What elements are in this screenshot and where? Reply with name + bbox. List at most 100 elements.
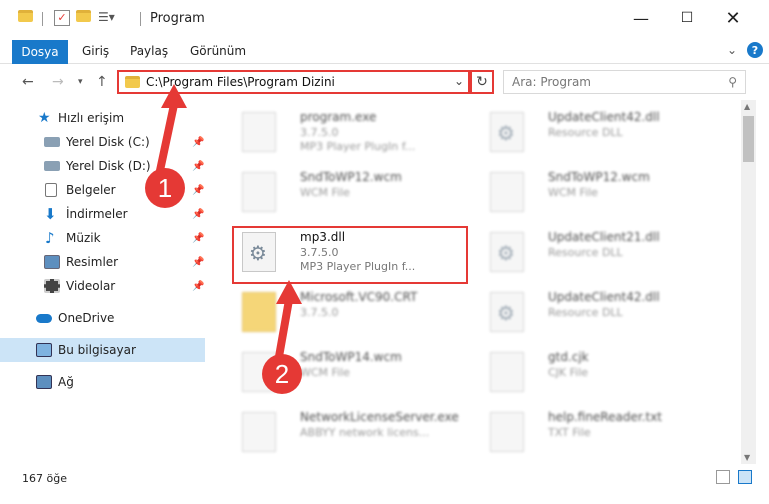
back-icon[interactable]: ←	[22, 74, 34, 90]
pin-icon[interactable]: 📌	[192, 137, 204, 148]
quick-access-customize-icon[interactable]: ☰▾	[98, 10, 115, 26]
file-type: WCM File	[300, 186, 350, 199]
sidebar-item-network[interactable]: Ağ	[0, 370, 205, 394]
sidebar-item-label: Yerel Disk (D:)	[66, 159, 151, 173]
refresh-icon[interactable]: ↻	[470, 70, 494, 94]
file-name: gtd.cjk	[548, 350, 589, 364]
sidebar-item-onedrive[interactable]: OneDrive	[0, 306, 205, 330]
search-placeholder: Ara: Program	[512, 75, 591, 89]
item-count: 167 öğe	[22, 472, 67, 485]
pin-icon[interactable]: 📌	[192, 233, 204, 244]
navigation-bar: ← → ▾ ↑ C:\Program Files\Program Dizini …	[0, 64, 769, 100]
file-description: ABBYY network licens...	[300, 426, 430, 439]
arrow-one-head	[161, 84, 187, 108]
sidebar-item-local-disk-c[interactable]: Yerel Disk (C:) 📌	[0, 130, 205, 154]
file-item[interactable]: help.fineReader.txt TXT File	[470, 404, 705, 462]
minimize-button[interactable]: —	[630, 8, 652, 28]
scroll-down-icon[interactable]: ▼	[744, 453, 750, 462]
star-icon: ★	[38, 110, 51, 126]
close-button[interactable]: ✕	[722, 8, 744, 29]
ribbon: Dosya Giriş Paylaş Görünüm ⌄ ?	[0, 38, 769, 64]
file-name: Microsoft.VC90.CRT	[300, 290, 418, 304]
forward-icon[interactable]: →	[52, 74, 64, 90]
mp3-dll-highlight	[232, 226, 468, 284]
pin-icon[interactable]: 📌	[192, 257, 204, 268]
file-name: UpdateClient42.dll	[548, 290, 660, 304]
pictures-icon	[44, 255, 60, 269]
properties-icon[interactable]: ✓	[54, 10, 70, 26]
drive-icon	[44, 161, 60, 171]
pin-icon[interactable]: 📌	[192, 161, 204, 172]
tab-share[interactable]: Paylaş	[130, 44, 168, 58]
sidebar-item-label: Ağ	[58, 375, 74, 389]
file-name: UpdateClient42.dll	[548, 110, 660, 124]
file-name: program.exe	[300, 110, 377, 124]
file-name: SndToWP14.wcm	[300, 350, 402, 364]
file-type: Resource DLL	[548, 306, 623, 319]
exe-file-icon	[242, 112, 276, 152]
music-icon: ♪	[45, 229, 55, 247]
folder-icon	[125, 76, 140, 88]
file-type: CJK File	[548, 366, 589, 379]
new-folder-icon[interactable]	[76, 10, 92, 26]
pin-icon[interactable]: 📌	[192, 185, 204, 196]
file-version: 3.7.5.0	[300, 306, 339, 319]
file-name: SndToWP12.wcm	[548, 170, 650, 184]
maximize-button[interactable]: ☐	[676, 8, 698, 28]
sidebar-item-music[interactable]: ♪ Müzik 📌	[0, 226, 205, 250]
sidebar-item-label: Müzik	[66, 231, 101, 245]
arrow-two-head	[276, 280, 302, 304]
file-item[interactable]: UpdateClient21.dll Resource DLL	[470, 224, 705, 282]
file-item[interactable]: gtd.cjk CJK File	[470, 344, 705, 402]
sidebar-item-label: Resimler	[66, 255, 119, 269]
computer-icon	[36, 343, 52, 357]
file-item[interactable]: SndToWP12.wcm WCM File	[470, 164, 705, 222]
tab-file[interactable]: Dosya	[12, 40, 68, 64]
scroll-up-icon[interactable]: ▲	[744, 102, 750, 111]
dll-file-icon	[490, 292, 524, 332]
download-icon: ⬇	[44, 205, 57, 223]
file-name: UpdateClient21.dll	[548, 230, 660, 244]
drive-icon	[44, 137, 60, 147]
file-type: Resource DLL	[548, 126, 623, 139]
file-version: 3.7.5.0	[300, 126, 339, 139]
file-item[interactable]: SndToWP12.wcm WCM File	[222, 164, 457, 222]
vertical-scrollbar[interactable]: ▲ ▼	[741, 100, 756, 464]
help-icon[interactable]: ?	[747, 42, 763, 58]
pin-icon[interactable]: 📌	[192, 281, 204, 292]
chevron-down-icon[interactable]: ⌄	[454, 74, 464, 88]
sidebar-item-this-pc[interactable]: Bu bilgisayar	[0, 338, 205, 362]
videos-icon	[44, 279, 60, 293]
tab-view[interactable]: Görünüm	[190, 44, 246, 58]
file-icon	[490, 412, 524, 452]
file-type: TXT File	[548, 426, 591, 439]
file-item[interactable]: SndToWP14.wcm WCM File	[222, 344, 457, 402]
step-two-badge: 2	[262, 354, 302, 394]
file-item[interactable]: Microsoft.VC90.CRT 3.7.5.0	[222, 284, 457, 342]
window-title: Program	[150, 11, 205, 26]
up-icon[interactable]: ↑	[96, 74, 108, 90]
sidebar-item-pictures[interactable]: Resimler 📌	[0, 250, 205, 274]
recent-locations-icon[interactable]: ▾	[78, 77, 83, 87]
file-icon	[242, 172, 276, 212]
file-item[interactable]: NetworkLicenseServer.exe ABBYY network l…	[222, 404, 459, 462]
exe-file-icon	[242, 412, 276, 452]
search-input[interactable]: Ara: Program ⚲	[503, 70, 746, 94]
file-item[interactable]: UpdateClient42.dll Resource DLL	[470, 104, 705, 162]
title-bar: ✓ ☰▾ Program — ☐ ✕	[0, 0, 769, 38]
file-type: Resource DLL	[548, 246, 623, 259]
details-view-icon[interactable]	[716, 470, 730, 484]
expand-ribbon-icon[interactable]: ⌄	[727, 43, 737, 57]
document-icon	[45, 183, 57, 197]
large-icons-view-icon[interactable]	[738, 470, 752, 484]
pin-icon[interactable]: 📌	[192, 209, 204, 220]
file-name: NetworkLicenseServer.exe	[300, 410, 459, 424]
step-one-badge: 1	[145, 168, 185, 208]
scrollbar-thumb[interactable]	[743, 116, 754, 162]
file-item[interactable]: UpdateClient42.dll Resource DLL	[470, 284, 705, 342]
file-item[interactable]: program.exe 3.7.5.0 MP3 Player PlugIn f.…	[222, 104, 457, 162]
tab-home[interactable]: Giriş	[82, 44, 109, 58]
file-icon	[490, 172, 524, 212]
sidebar-item-videos[interactable]: Videolar 📌	[0, 274, 205, 298]
navigation-pane: ★ Hızlı erişim Yerel Disk (C:) 📌 Yerel D…	[0, 100, 210, 464]
